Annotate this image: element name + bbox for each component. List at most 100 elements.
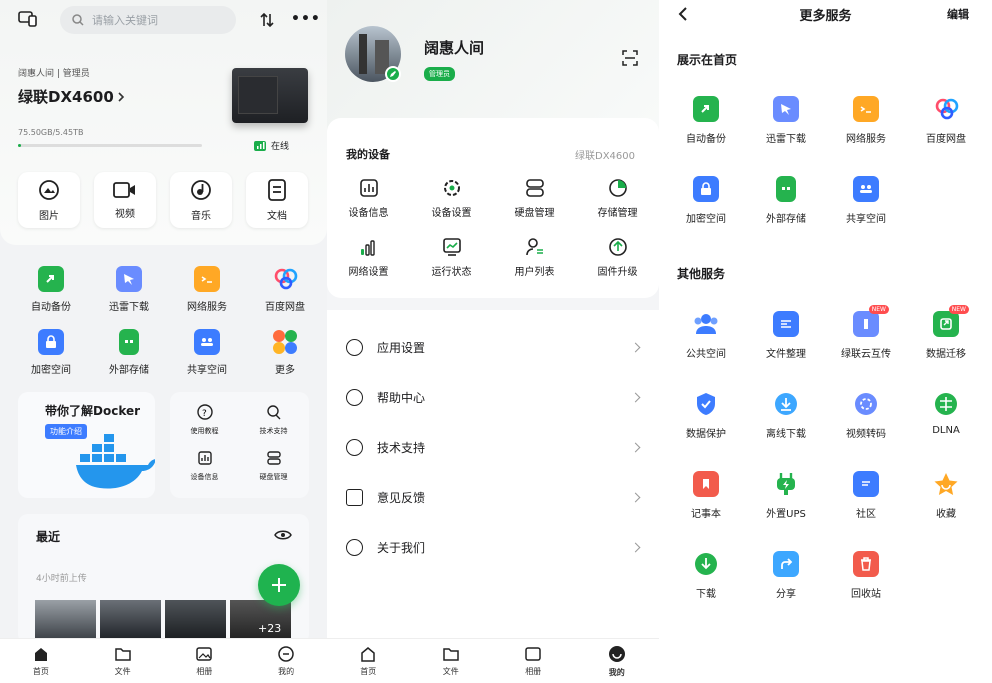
recent-photo-more[interactable]: +23	[230, 600, 291, 640]
service-recycle-bin[interactable]: 回收站	[826, 551, 906, 631]
service-data-protection[interactable]: 数据保护	[666, 391, 746, 471]
menu-tech-support[interactable]: 技术支持	[327, 422, 659, 472]
service-encrypted-space[interactable]: 加密空间	[666, 176, 746, 256]
service-more[interactable]: 更多	[246, 329, 324, 376]
service-video-transcode[interactable]: 视频转码	[826, 391, 906, 471]
section-title: 我的设备	[346, 148, 390, 161]
quick-music[interactable]: 音乐	[170, 172, 232, 228]
users-icon	[853, 176, 879, 202]
service-baidu-pan[interactable]: 百度网盘	[906, 96, 986, 176]
device-name-link[interactable]: 绿联DX4600	[18, 86, 125, 107]
terminal-icon	[853, 96, 879, 122]
quick-documents[interactable]: 文档	[246, 172, 308, 228]
tool-storage-manage[interactable]: 存储管理	[576, 178, 659, 219]
edit-avatar-icon[interactable]	[385, 66, 401, 82]
service-network[interactable]: 网络服务	[168, 266, 246, 313]
service-downloads[interactable]: 下载	[666, 551, 746, 631]
service-dlna[interactable]: DLNA	[906, 391, 986, 471]
bottom-nav: 首页 文件 相册 我的	[0, 638, 327, 683]
service-share[interactable]: 分享	[746, 551, 826, 631]
service-external-ups[interactable]: 外置UPS	[746, 471, 826, 551]
nav-me[interactable]: 我的	[278, 645, 294, 677]
service-notepad[interactable]: 记事本	[666, 471, 746, 551]
device-info-icon	[359, 179, 378, 197]
service-cloud-transfer[interactable]: NEW 绿联云互传	[826, 305, 906, 391]
tool-device-settings[interactable]: 设备设置	[410, 178, 493, 219]
baidu-cloud-icon	[933, 96, 959, 122]
service-thunder-download[interactable]: 迅雷下载	[90, 266, 168, 313]
recent-photo-3[interactable]	[165, 600, 226, 640]
signal-bars-icon	[360, 240, 375, 256]
nav-album[interactable]: 相册	[196, 646, 212, 677]
service-file-organize[interactable]: 文件整理	[746, 311, 826, 391]
search-input[interactable]: 请输入关键词	[60, 6, 236, 34]
service-offline-download[interactable]: 离线下载	[746, 391, 826, 471]
service-public-space[interactable]: 公共空间	[666, 311, 746, 391]
backup-icon	[38, 266, 64, 292]
scan-icon[interactable]	[622, 50, 638, 66]
service-external-storage[interactable]: 外部存储	[746, 176, 826, 256]
tool-disk-manage[interactable]: 硬盘管理	[493, 178, 576, 219]
mini-tutorial[interactable]: ? 使用教程	[170, 404, 239, 436]
tool-device-info[interactable]: 设备信息	[327, 178, 410, 219]
eye-icon[interactable]	[274, 529, 292, 541]
docker-whale-icon	[76, 434, 155, 489]
transcode-icon	[853, 391, 879, 417]
migration-icon: NEW	[933, 305, 969, 337]
quick-photos[interactable]: 图片	[18, 172, 80, 228]
quick-videos[interactable]: 视频	[94, 172, 156, 228]
mini-device-info[interactable]: 设备信息	[170, 450, 239, 482]
album-icon	[525, 646, 541, 661]
devices-icon[interactable]	[18, 10, 38, 28]
chevron-right-icon	[630, 442, 641, 452]
tool-network-settings[interactable]: 网络设置	[327, 237, 410, 278]
recent-photo-2[interactable]	[100, 600, 161, 640]
share-icon	[773, 551, 799, 577]
pie-icon	[608, 179, 627, 197]
service-favorites[interactable]: 收藏	[906, 471, 986, 551]
service-auto-backup[interactable]: 自动备份	[12, 266, 90, 313]
recent-photo-1[interactable]	[35, 600, 96, 640]
edit-button[interactable]: 编辑	[947, 6, 969, 22]
more-options-icon[interactable]: •••	[291, 11, 321, 27]
device-tools-grid: 设备信息 设备设置 硬盘管理 存储管理 网络设置 运行状态 用户列表 固件升级	[327, 178, 659, 278]
nav-files[interactable]: 文件	[115, 646, 131, 677]
menu-help-center[interactable]: 帮助中心	[327, 372, 659, 422]
menu-feedback[interactable]: 意见反馈	[327, 472, 659, 522]
nav-me[interactable]: 我的	[608, 645, 626, 678]
album-icon	[196, 646, 213, 661]
tool-run-status[interactable]: 运行状态	[410, 237, 493, 278]
docker-banner[interactable]: 带你了解Docker 功能介绍	[18, 392, 155, 498]
tool-user-list[interactable]: 用户列表	[493, 237, 576, 278]
service-auto-backup[interactable]: 自动备份	[666, 96, 746, 176]
selected-device[interactable]: 绿联DX4600	[575, 147, 635, 162]
service-encrypted-space[interactable]: 加密空间	[12, 329, 90, 376]
star-icon	[933, 471, 959, 497]
search-placeholder: 请输入关键词	[92, 14, 158, 27]
menu-app-settings[interactable]: 应用设置	[327, 322, 659, 372]
baidu-cloud-icon	[272, 266, 298, 292]
thunder-bird-icon	[116, 266, 142, 292]
service-baidu-pan[interactable]: 百度网盘	[246, 266, 324, 313]
add-fab-button[interactable]	[258, 564, 300, 606]
nav-album[interactable]: 相册	[525, 646, 541, 677]
tool-firmware-upgrade[interactable]: 固件升级	[576, 237, 659, 278]
service-thunder-download[interactable]: 迅雷下载	[746, 96, 826, 176]
mini-tech-support[interactable]: 技术支持	[239, 404, 308, 436]
usb-icon	[776, 176, 796, 202]
folder-icon	[114, 647, 131, 661]
service-shared-space[interactable]: 共享空间	[826, 176, 906, 256]
service-network[interactable]: 网络服务	[826, 96, 906, 176]
nav-home[interactable]: 首页	[33, 646, 49, 677]
sort-icon[interactable]	[258, 11, 276, 29]
service-community[interactable]: 社区	[826, 471, 906, 551]
help-circle-icon: ?	[196, 404, 213, 420]
service-data-migration[interactable]: NEW 数据迁移	[906, 305, 986, 391]
nav-home[interactable]: 首页	[360, 646, 376, 677]
menu-about[interactable]: 关于我们	[327, 522, 659, 572]
nav-files[interactable]: 文件	[443, 646, 459, 677]
mini-disk-manage[interactable]: 硬盘管理	[239, 450, 308, 482]
home-services-grid: 自动备份 迅雷下载 网络服务 百度网盘 加密空间 外部存储 共享空间 更多	[12, 266, 324, 376]
service-shared-space[interactable]: 共享空间	[168, 329, 246, 376]
service-external-storage[interactable]: 外部存储	[90, 329, 168, 376]
